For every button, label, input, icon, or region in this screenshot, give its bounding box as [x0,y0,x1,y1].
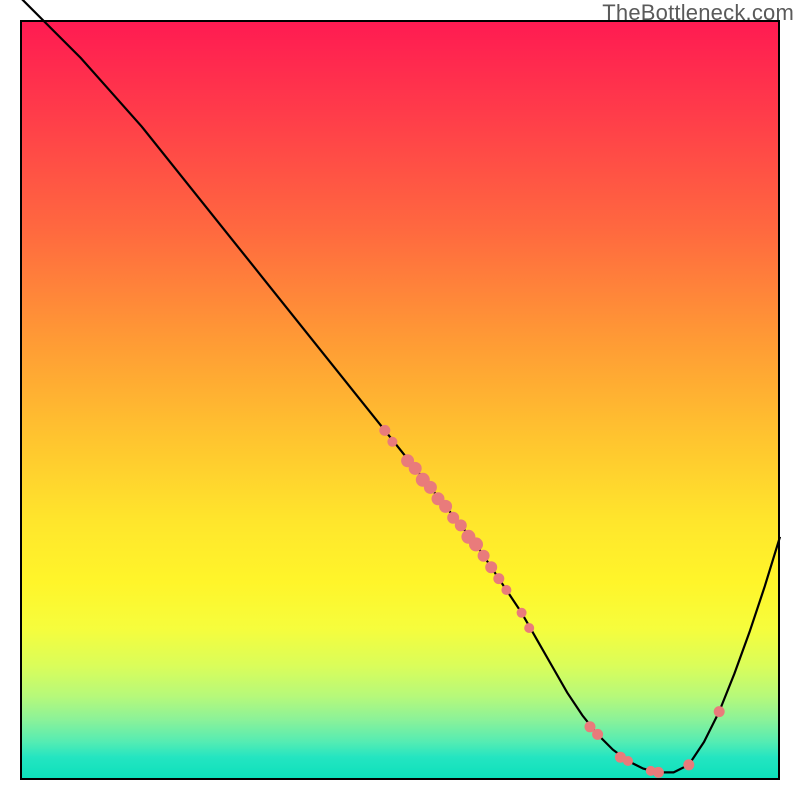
data-marker [714,706,725,717]
data-marker [424,481,437,494]
data-marker [501,585,511,595]
data-marker [439,500,452,513]
data-marker [524,623,534,633]
data-marker [379,425,390,436]
data-marker [478,550,490,562]
data-marker [493,573,504,584]
data-marker [592,729,603,740]
chart-container: TheBottleneck.com [0,0,800,800]
marker-group [379,425,724,778]
data-marker [455,519,467,531]
data-marker [623,756,633,766]
data-marker [485,561,497,573]
data-marker [683,759,694,770]
data-marker [409,462,422,475]
attribution-text: TheBottleneck.com [602,0,794,26]
data-marker [517,608,527,618]
data-marker [387,437,397,447]
curve-layer [20,20,780,780]
data-marker [469,537,483,551]
bottleneck-curve [20,0,780,772]
data-marker [653,767,664,778]
